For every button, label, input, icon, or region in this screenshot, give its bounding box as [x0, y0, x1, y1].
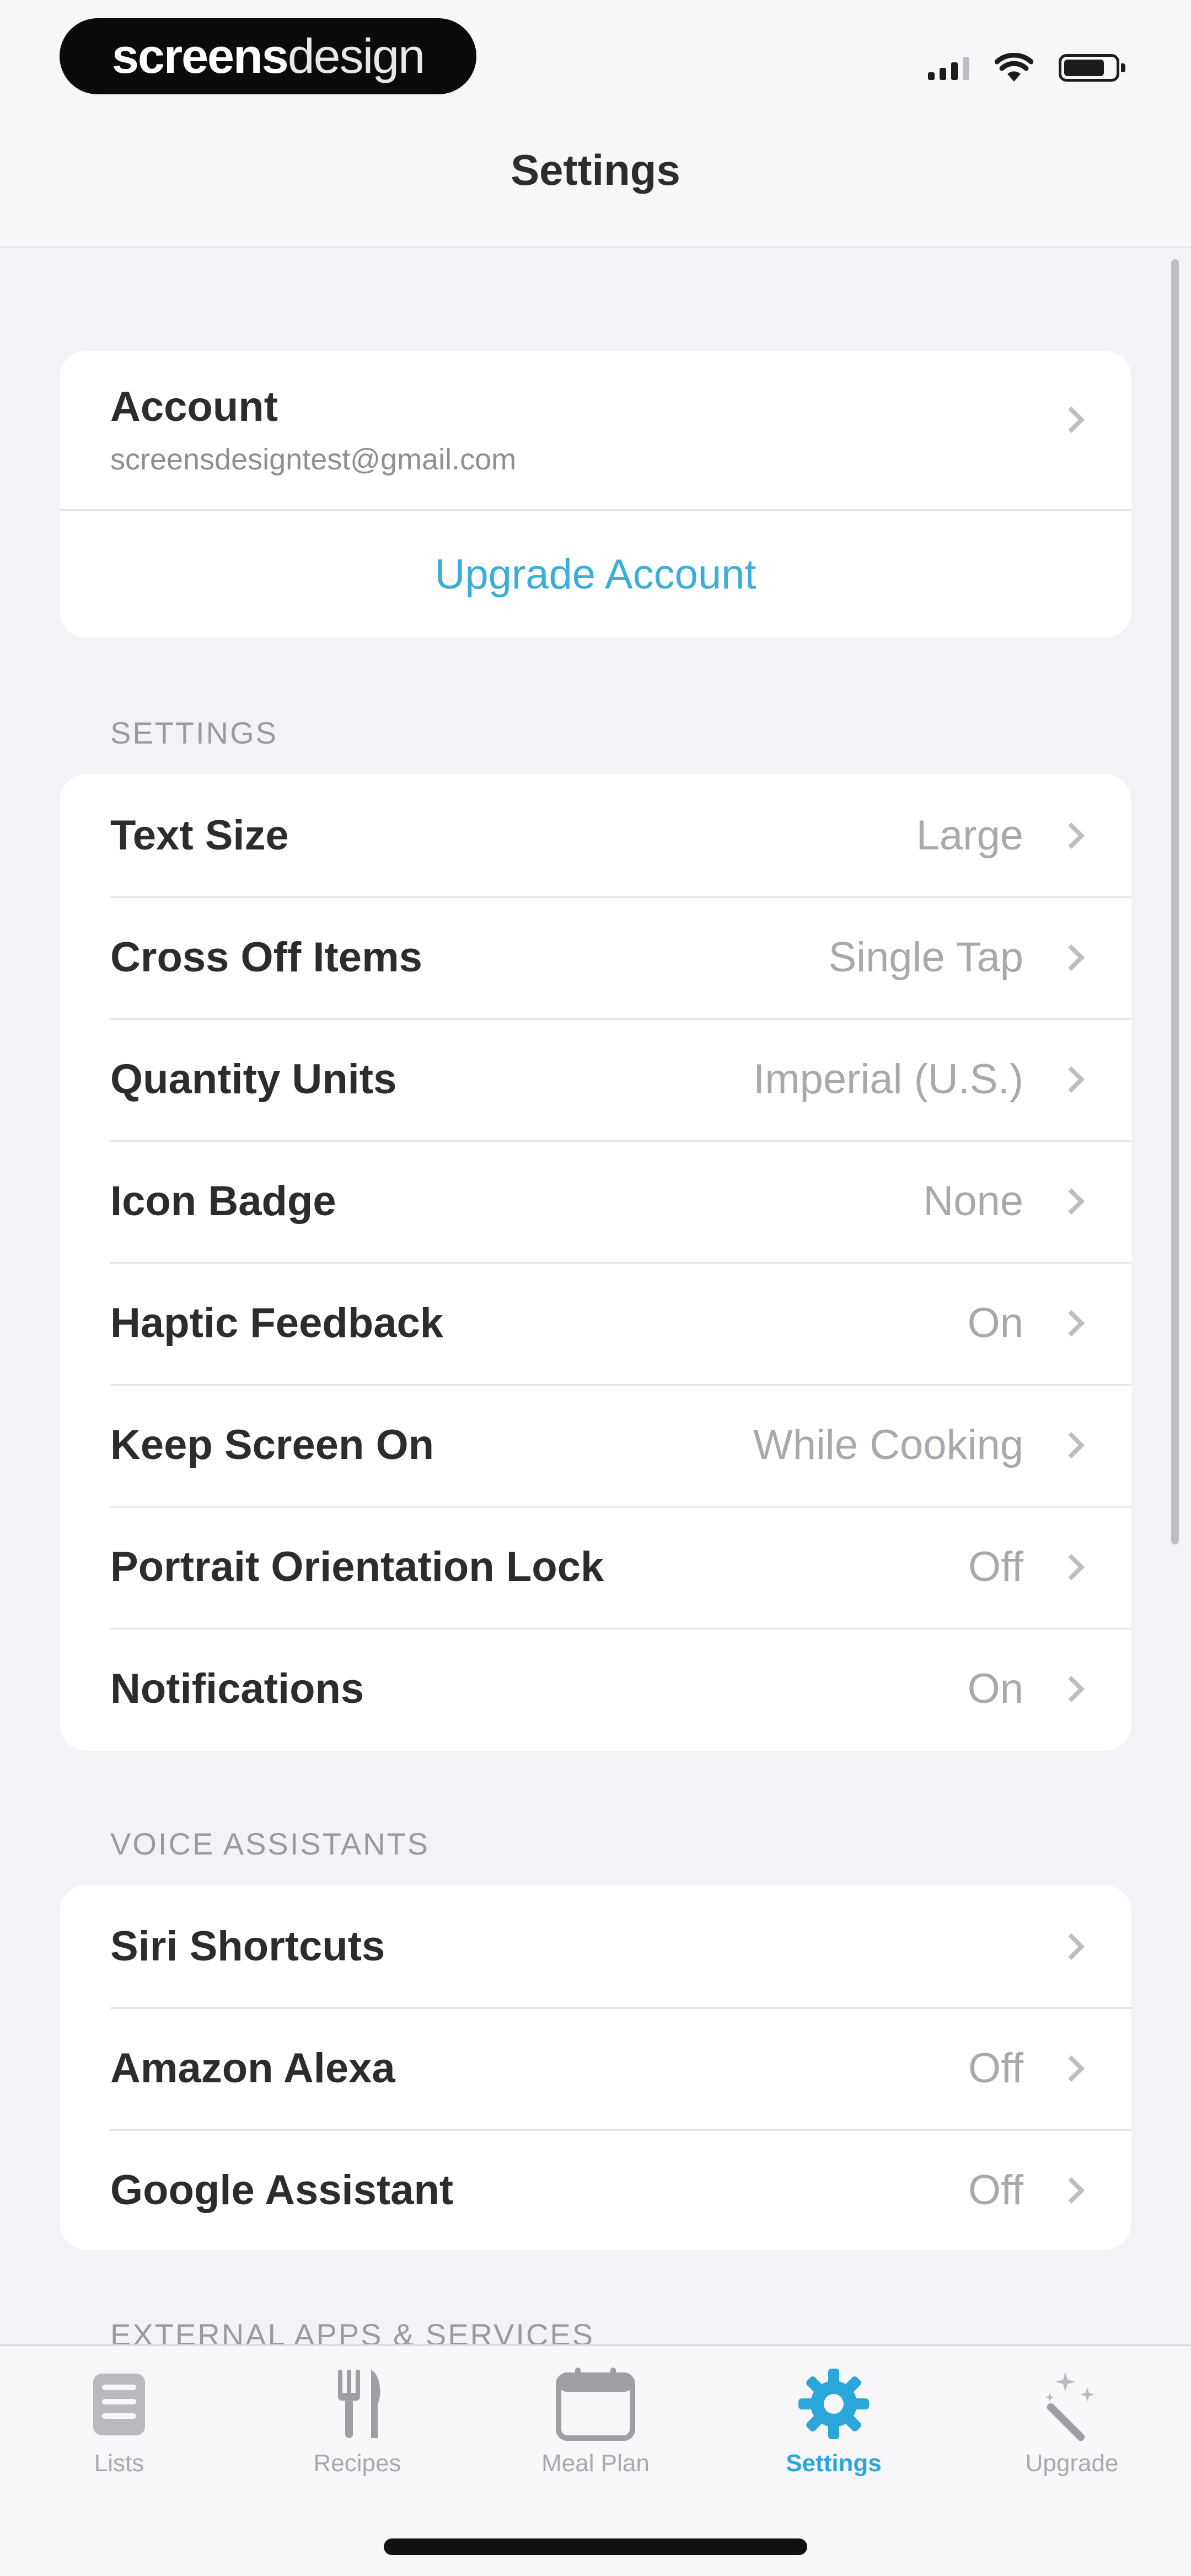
settings-row-haptic-feedback[interactable]: Haptic Feedback On	[60, 1262, 1131, 1384]
row-value: Off	[968, 1543, 1023, 1590]
account-title: Account	[110, 383, 278, 430]
status-icons	[928, 49, 1125, 87]
row-value: Large	[916, 812, 1023, 859]
chevron-right-icon	[1058, 1188, 1085, 1215]
row-label: Portrait Orientation Lock	[110, 1543, 604, 1590]
row-label: Google Assistant	[110, 2167, 454, 2214]
row-value: On	[967, 1665, 1023, 1712]
tab-label: Lists	[94, 2450, 144, 2477]
section-header-settings: SETTINGS	[110, 715, 278, 750]
row-label: Notifications	[110, 1665, 364, 1712]
row-label: Icon Badge	[110, 1178, 336, 1225]
chevron-right-icon	[1058, 1933, 1085, 1960]
upgrade-account-button[interactable]: Upgrade Account	[60, 511, 1131, 638]
chevron-right-icon	[1058, 2177, 1085, 2204]
brand-text-light: design	[287, 29, 425, 83]
row-value: On	[967, 1300, 1023, 1346]
settings-row-notifications[interactable]: Notifications On	[60, 1628, 1131, 1750]
tab-label: Settings	[786, 2450, 882, 2477]
calendar-icon	[549, 2363, 642, 2445]
wifi-icon	[995, 53, 1033, 82]
chevron-right-icon	[1058, 1066, 1085, 1093]
chevron-right-icon	[1058, 1310, 1085, 1337]
tab-lists[interactable]: Lists	[0, 2363, 238, 2484]
row-label: Keep Screen On	[110, 1421, 434, 1468]
status-bar: screens design	[0, 0, 1191, 116]
settings-row-keep-screen-on[interactable]: Keep Screen On While Cooking	[60, 1384, 1131, 1506]
settings-row-portrait-orientation-lock[interactable]: Portrait Orientation Lock Off	[60, 1506, 1131, 1628]
scroll-indicator[interactable]	[1171, 259, 1179, 1544]
row-label: Quantity Units	[110, 1056, 397, 1103]
fork-knife-icon	[310, 2363, 404, 2445]
voice-row-amazon-alexa[interactable]: Amazon Alexa Off	[60, 2007, 1131, 2129]
settings-card: Text Size Large Cross Off Items Single T…	[60, 774, 1131, 1751]
row-value: Off	[968, 2167, 1023, 2214]
brand-text-bold: screens	[111, 29, 289, 83]
row-value: Off	[968, 2045, 1023, 2092]
voice-row-siri-shortcuts[interactable]: Siri Shortcuts	[60, 1885, 1131, 2007]
voice-assistants-card: Siri Shortcuts Amazon Alexa Off Google A…	[60, 1885, 1131, 2249]
battery-icon	[1059, 54, 1125, 82]
row-label: Amazon Alexa	[110, 2045, 395, 2092]
lists-icon	[72, 2363, 166, 2445]
navigation-bar: Settings	[0, 116, 1191, 248]
chevron-right-icon	[1058, 406, 1085, 434]
chevron-right-icon	[1058, 1675, 1085, 1702]
home-indicator[interactable]	[384, 2538, 807, 2555]
settings-row-cross-off-items[interactable]: Cross Off Items Single Tap	[60, 896, 1131, 1018]
settings-row-text-size[interactable]: Text Size Large	[60, 774, 1131, 896]
chevron-right-icon	[1058, 2055, 1085, 2082]
settings-row-icon-badge[interactable]: Icon Badge None	[60, 1140, 1131, 1262]
voice-row-google-assistant[interactable]: Google Assistant Off	[60, 2129, 1131, 2249]
row-label: Cross Off Items	[110, 934, 422, 981]
section-header-voice-assistants: VOICE ASSISTANTS	[110, 1826, 430, 1861]
row-value: None	[923, 1178, 1023, 1225]
row-label: Haptic Feedback	[110, 1300, 443, 1346]
gear-icon	[787, 2363, 881, 2445]
tab-label: Meal Plan	[541, 2450, 650, 2477]
account-email: screensdesigntest@gmail.com	[110, 443, 517, 476]
magic-wand-icon	[1025, 2363, 1119, 2445]
chevron-right-icon	[1058, 822, 1085, 849]
chevron-right-icon	[1058, 1431, 1085, 1458]
row-value: Imperial (U.S.)	[753, 1056, 1023, 1103]
tab-settings[interactable]: Settings	[715, 2363, 953, 2484]
tab-label: Upgrade	[1025, 2450, 1119, 2477]
tab-upgrade[interactable]: Upgrade	[953, 2363, 1191, 2484]
row-label: Siri Shortcuts	[110, 1923, 385, 1970]
settings-row-quantity-units[interactable]: Quantity Units Imperial (U.S.)	[60, 1018, 1131, 1140]
row-label: Text Size	[110, 812, 289, 859]
row-value: Single Tap	[828, 934, 1023, 981]
tab-label: Recipes	[313, 2450, 401, 2477]
account-row[interactable]: Account screensdesigntest@gmail.com	[60, 351, 1131, 511]
chevron-right-icon	[1058, 1553, 1085, 1580]
tab-recipes[interactable]: Recipes	[238, 2363, 476, 2484]
account-card: Account screensdesigntest@gmail.com Upgr…	[60, 351, 1131, 638]
brand-logo: screens design	[60, 18, 476, 94]
page-title: Settings	[511, 146, 680, 194]
row-value: While Cooking	[753, 1421, 1023, 1468]
tab-meal-plan[interactable]: Meal Plan	[476, 2363, 715, 2484]
chevron-right-icon	[1058, 944, 1085, 971]
cellular-signal-icon	[928, 56, 969, 80]
